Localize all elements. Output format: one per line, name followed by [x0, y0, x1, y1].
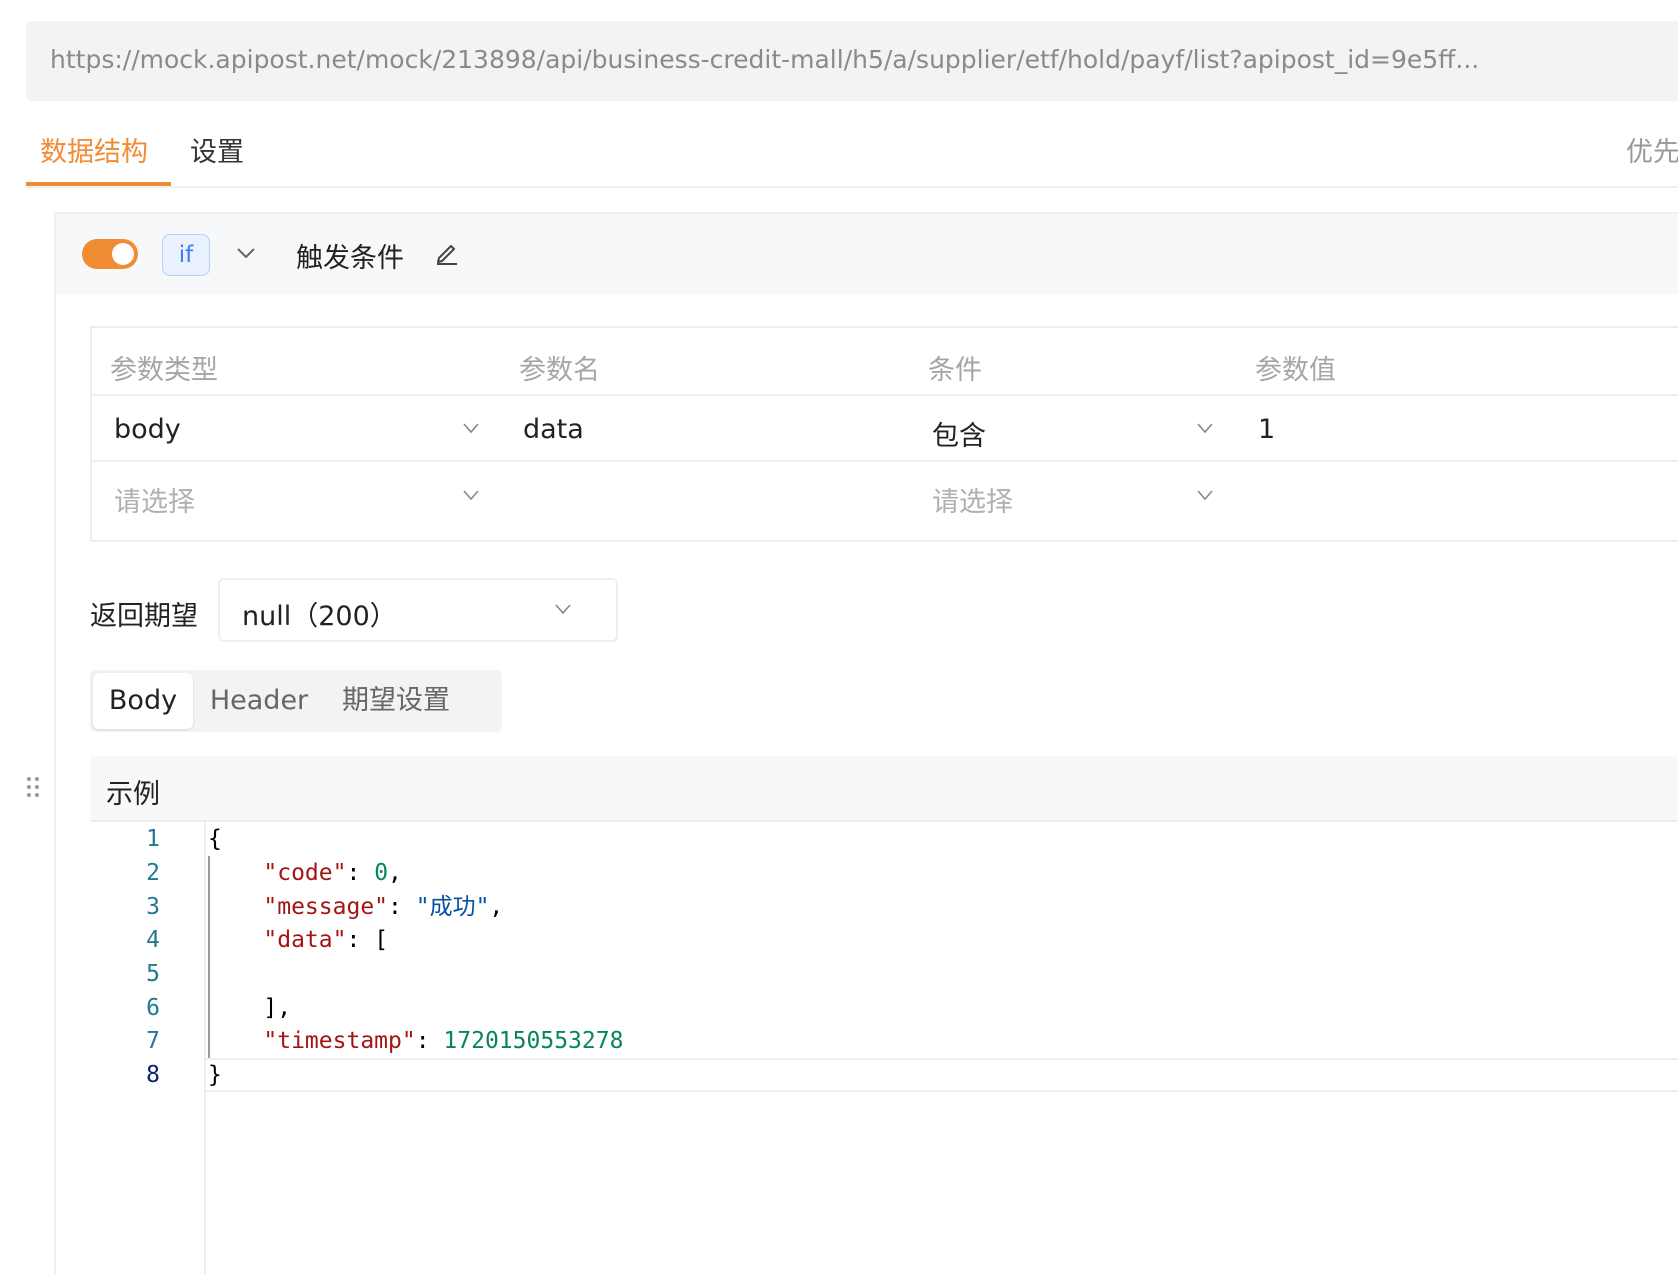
chevron-down-icon[interactable]: [1196, 489, 1214, 501]
condition-select-placeholder[interactable]: 请选择: [932, 480, 1013, 519]
code-editor[interactable]: 1 2 3 4 5 6 7 8 { "code": 0, "message": …: [90, 822, 1678, 1274]
mock-url-bar[interactable]: https://mock.apipost.net/mock/213898/api…: [26, 21, 1678, 101]
code-line: "timestamp": 1720150553278: [263, 1028, 624, 1054]
code-line: "message": "成功",: [263, 894, 504, 920]
json-string: "成功": [415, 894, 490, 920]
header-param-name: 参数名: [519, 355, 600, 386]
param-type-select-placeholder[interactable]: 请选择: [114, 480, 195, 519]
line-number: 7: [146, 1028, 160, 1054]
header-param-type: 参数类型: [110, 355, 218, 386]
chevron-down-icon[interactable]: [462, 422, 480, 434]
chevron-down-icon: [554, 603, 572, 615]
active-tab-indicator: [26, 182, 171, 186]
line-number: 1: [146, 826, 160, 852]
current-line-highlight: [206, 1058, 1678, 1092]
chevron-down-icon[interactable]: [1196, 422, 1214, 434]
param-value-input-empty[interactable]: [1258, 480, 1658, 516]
json-key: "timestamp": [263, 1028, 416, 1054]
param-name-input-empty[interactable]: [523, 480, 903, 516]
table-divider: [92, 394, 1678, 396]
code-token: [: [374, 927, 389, 953]
code-line: "data": [: [263, 927, 389, 953]
line-number: 2: [146, 860, 160, 886]
param-name-input[interactable]: data: [523, 414, 584, 445]
line-number: 3: [146, 894, 160, 920]
tab-expectation-settings[interactable]: 期望设置: [330, 673, 462, 729]
tab-body[interactable]: Body: [93, 673, 193, 729]
code-line: {: [208, 822, 222, 856]
code-token: ],: [263, 995, 292, 1021]
line-number: 6: [146, 995, 160, 1021]
param-type-select[interactable]: body: [114, 414, 181, 445]
json-key: "message": [263, 894, 389, 920]
line-number: 4: [146, 927, 160, 953]
header-param-value: 参数值: [1255, 355, 1336, 386]
rule-title: 触发条件: [296, 243, 404, 274]
return-expectation-select[interactable]: null（200）: [218, 578, 618, 642]
tab-data-structure[interactable]: 数据结构: [40, 130, 148, 169]
code-line: ],: [208, 991, 291, 1025]
tab-settings[interactable]: 设置: [190, 130, 244, 169]
mock-url-text: https://mock.apipost.net/mock/213898/api…: [50, 45, 1480, 74]
json-number: 0: [374, 860, 389, 886]
param-value-input[interactable]: 1: [1258, 414, 1275, 445]
toggle-knob: [112, 243, 134, 265]
chevron-down-icon[interactable]: [236, 246, 256, 260]
line-number: 5: [146, 961, 160, 987]
if-badge[interactable]: if: [162, 234, 210, 276]
condition-select[interactable]: 包含: [932, 414, 986, 453]
code-line: "code": 0,: [263, 860, 402, 886]
return-expectation-label: 返回期望: [90, 601, 198, 632]
table-divider: [92, 460, 1678, 462]
example-header: 示例: [90, 756, 1678, 822]
code-token: {: [208, 826, 222, 852]
code-line: }: [208, 1058, 222, 1092]
json-key: "data": [263, 927, 347, 953]
response-tabs: Body Header 期望设置: [90, 670, 502, 732]
priority-label[interactable]: 优先: [1626, 130, 1678, 169]
rule-enable-toggle[interactable]: [82, 239, 138, 269]
rule-panel: if 触发条件 参数类型 参数名 条件 参数值 body data 包含 1 请…: [54, 212, 1678, 1274]
main-tabs: 数据结构 设置 优先: [26, 116, 1678, 188]
return-expectation-value: null（200）: [242, 601, 397, 632]
json-number: 1720150553278: [443, 1028, 624, 1054]
json-key: "code": [263, 860, 347, 886]
chevron-down-icon[interactable]: [462, 489, 480, 501]
rule-header: if 触发条件: [56, 214, 1678, 294]
drag-handle-icon[interactable]: [26, 776, 40, 802]
code-token: }: [208, 1062, 222, 1088]
example-title: 示例: [106, 779, 160, 810]
tab-header[interactable]: Header: [202, 673, 316, 729]
header-condition: 条件: [928, 355, 982, 386]
conditions-table: 参数类型 参数名 条件 参数值 body data 包含 1 请选择 请选择: [90, 326, 1678, 542]
line-number-current: 8: [146, 1062, 160, 1088]
gutter-border: [204, 822, 206, 1274]
pencil-icon[interactable]: [434, 240, 460, 270]
